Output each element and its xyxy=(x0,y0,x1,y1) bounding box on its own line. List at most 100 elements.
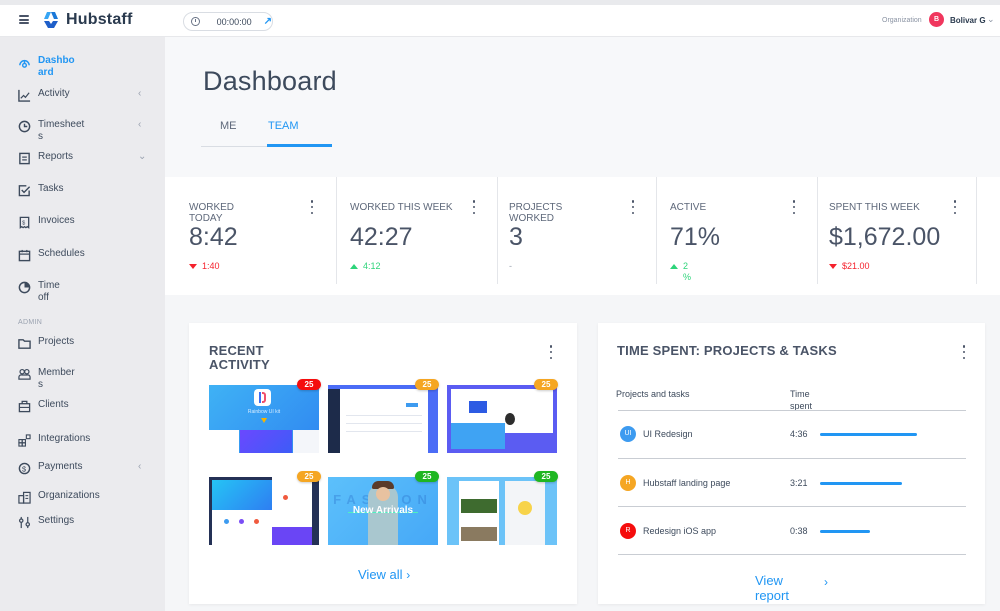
divider xyxy=(618,506,966,507)
activity-screenshot-thumbnail[interactable] xyxy=(328,385,438,453)
view-all-label: View all xyxy=(358,567,403,582)
project-name: Redesign iOS app xyxy=(643,526,717,536)
stat-menu-kebab-icon[interactable] xyxy=(792,200,796,214)
briefcase-icon xyxy=(18,400,31,413)
sidebar-item-payments[interactable]: $ Payments ‹ xyxy=(18,461,153,475)
timer-widget[interactable]: 00:00:00 ↗ xyxy=(183,12,273,31)
stat-delta-value: 2 % xyxy=(683,261,692,282)
activity-score-badge: 25 xyxy=(297,471,321,482)
sidebar-item-organizations[interactable]: Organizations xyxy=(18,490,153,504)
sidebar-item-integrations[interactable]: Integrations xyxy=(18,433,153,447)
sidebar-item-label: Clients xyxy=(38,399,69,410)
activity-screenshot-thumbnail[interactable] xyxy=(447,385,557,453)
stat-spent-this-week: SPENT THIS WEEK $1,672.00 $21.00 xyxy=(829,177,977,284)
settings-sliders-icon xyxy=(18,516,31,529)
project-time: 3:21 xyxy=(790,478,808,488)
hubstaff-logo-icon xyxy=(44,12,58,28)
project-avatar: UI xyxy=(620,426,636,442)
thumbnail-caption: Rainbow UI kit xyxy=(247,409,281,415)
organization-label: Organization xyxy=(882,17,922,24)
card-menu-kebab-icon[interactable] xyxy=(962,345,966,359)
activity-score-badge: 25 xyxy=(534,379,558,390)
divider xyxy=(618,410,966,411)
project-row[interactable]: R Redesign iOS app 0:38 xyxy=(620,523,968,543)
folder-icon xyxy=(18,339,31,349)
user-avatar[interactable]: B xyxy=(929,12,944,27)
sidebar-item-tasks[interactable]: Tasks xyxy=(18,183,153,197)
sidebar-item-label: Dashboard xyxy=(38,55,75,78)
rainbow-ui-app-icon xyxy=(254,389,271,406)
stat-value: $1,672.00 xyxy=(829,223,941,251)
sidebar-item-settings[interactable]: Settings xyxy=(18,515,153,529)
user-name[interactable]: Bolivar G xyxy=(950,16,986,25)
sidebar-item-members[interactable]: Members xyxy=(18,367,153,391)
sidebar-item-label: Settings xyxy=(38,515,75,526)
sidebar-item-label: Activity xyxy=(38,88,70,99)
sidebar-item-invoices[interactable]: $ Invoices xyxy=(18,215,153,229)
activity-screenshot-thumbnail[interactable] xyxy=(209,477,319,545)
sidebar-item-label: Members xyxy=(38,367,75,390)
sidebar-item-label: Payments xyxy=(38,461,83,472)
thumbnail-caption: New Arrivals xyxy=(352,505,414,516)
chevron-left-icon[interactable]: ‹ xyxy=(138,119,141,130)
page-header: Dashboard ME TEAM xyxy=(165,37,1000,177)
chevron-left-icon[interactable]: ‹ xyxy=(138,461,141,472)
user-menu-chevron-down-icon[interactable]: ⌄ xyxy=(987,14,995,25)
sidebar-item-reports[interactable]: Reports ⌄ xyxy=(18,151,153,165)
chevron-down-icon[interactable]: ⌄ xyxy=(138,151,146,162)
stat-menu-kebab-icon[interactable] xyxy=(953,200,957,214)
activity-screenshot-thumbnail[interactable] xyxy=(447,477,557,545)
stat-title: SPENT THIS WEEK xyxy=(829,202,920,213)
stat-menu-kebab-icon[interactable] xyxy=(310,200,314,214)
activity-score-badge: 25 xyxy=(415,471,439,482)
tasks-icon xyxy=(18,185,31,197)
hubstaff-logo[interactable]: Hubstaff xyxy=(41,10,132,30)
sidebar-item-label: Time off xyxy=(38,280,60,303)
card-menu-kebab-icon[interactable] xyxy=(549,345,553,359)
project-name: UI Redesign xyxy=(643,429,693,439)
view-all-link[interactable]: View all › xyxy=(358,567,410,582)
recent-activity-card: RECENT ACTIVITY Rainbow UI kit 25 25 25 … xyxy=(189,323,577,604)
active-tab-indicator xyxy=(267,144,332,147)
view-report-link[interactable]: View report xyxy=(755,573,795,603)
stat-active: ACTIVE 71% 2 % xyxy=(670,177,818,284)
stat-menu-kebab-icon[interactable] xyxy=(472,200,476,214)
open-timer-arrow-icon[interactable]: ↗ xyxy=(264,16,272,27)
hamburger-menu-icon[interactable] xyxy=(19,15,29,24)
stat-value: 71% xyxy=(670,223,721,251)
stat-projects-worked: PROJECTS WORKED 3 - xyxy=(509,177,657,284)
sidebar-item-timesheets[interactable]: Timesheets ‹ xyxy=(18,119,153,143)
stat-menu-kebab-icon[interactable] xyxy=(631,200,635,214)
sidebar-item-label: Integrations xyxy=(38,433,91,444)
sidebar-item-activity[interactable]: Activity ‹ xyxy=(18,88,153,102)
card-title: TIME SPENT: PROJECTS & TASKS xyxy=(617,343,837,358)
project-time: 4:36 xyxy=(790,429,808,439)
divider xyxy=(618,554,966,555)
activity-screenshot-thumbnail[interactable]: Rainbow UI kit xyxy=(209,385,319,453)
sidebar-item-schedules[interactable]: Schedules xyxy=(18,248,153,262)
sidebar-item-clients[interactable]: Clients xyxy=(18,399,153,413)
activity-icon xyxy=(18,89,31,102)
clock-icon xyxy=(18,120,31,133)
chevron-right-icon[interactable]: › xyxy=(824,575,828,589)
stats-row: WORKED TODAY 8:42 1:40 WORKED THIS WEEK … xyxy=(165,177,1000,295)
stat-delta-value: - xyxy=(509,261,512,271)
chevron-left-icon[interactable]: ‹ xyxy=(138,88,141,99)
sidebar-item-projects[interactable]: Projects xyxy=(18,336,153,350)
activity-score-badge: 25 xyxy=(534,471,558,482)
sidebar-item-dashboard[interactable]: Dashboard xyxy=(18,55,153,79)
column-header-projects: Projects and tasks xyxy=(616,389,690,399)
activity-screenshot-thumbnail[interactable]: FASHION New Arrivals xyxy=(328,477,438,545)
stat-delta: - xyxy=(509,261,512,272)
tab-me[interactable]: ME xyxy=(220,120,237,132)
organizations-icon xyxy=(18,491,31,504)
sidebar-item-time-off[interactable]: Time off xyxy=(18,280,153,304)
project-row[interactable]: UI UI Redesign 4:36 xyxy=(620,426,968,446)
clock-icon xyxy=(191,17,200,26)
stat-delta-value: 4:12 xyxy=(363,261,381,271)
tab-team[interactable]: TEAM xyxy=(268,120,299,132)
timer-value: 00:00:00 xyxy=(216,16,252,27)
project-row[interactable]: H Hubstaff landing page 3:21 xyxy=(620,475,968,495)
stat-delta-value: $21.00 xyxy=(842,261,870,271)
sidebar-item-label: Projects xyxy=(38,336,75,347)
